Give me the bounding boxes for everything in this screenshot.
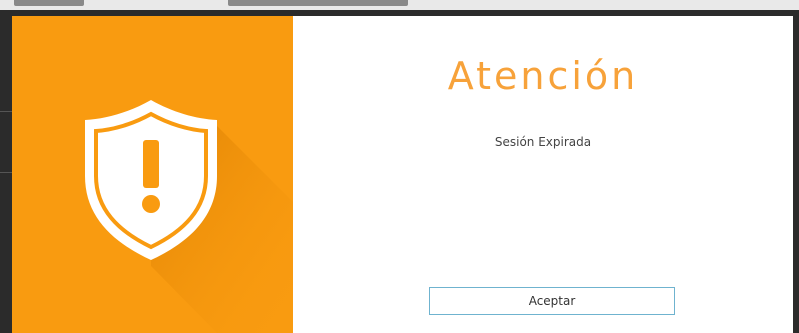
dialog-icon-panel — [12, 16, 293, 333]
accept-button[interactable]: Aceptar — [429, 287, 675, 315]
screen: Atención Sesión Expirada Aceptar — [0, 0, 799, 333]
background-text-fragment — [14, 0, 84, 6]
dialog-content: Atención Sesión Expirada Aceptar — [293, 16, 793, 333]
warning-shield-icon — [85, 100, 293, 333]
session-expired-dialog: Atención Sesión Expirada Aceptar — [12, 16, 793, 333]
background-text-fragment — [228, 0, 408, 6]
modal-overlay — [793, 10, 799, 333]
dialog-message: Sesión Expirada — [494, 135, 592, 149]
modal-overlay — [0, 10, 12, 333]
dialog-title: Atención — [447, 54, 639, 98]
